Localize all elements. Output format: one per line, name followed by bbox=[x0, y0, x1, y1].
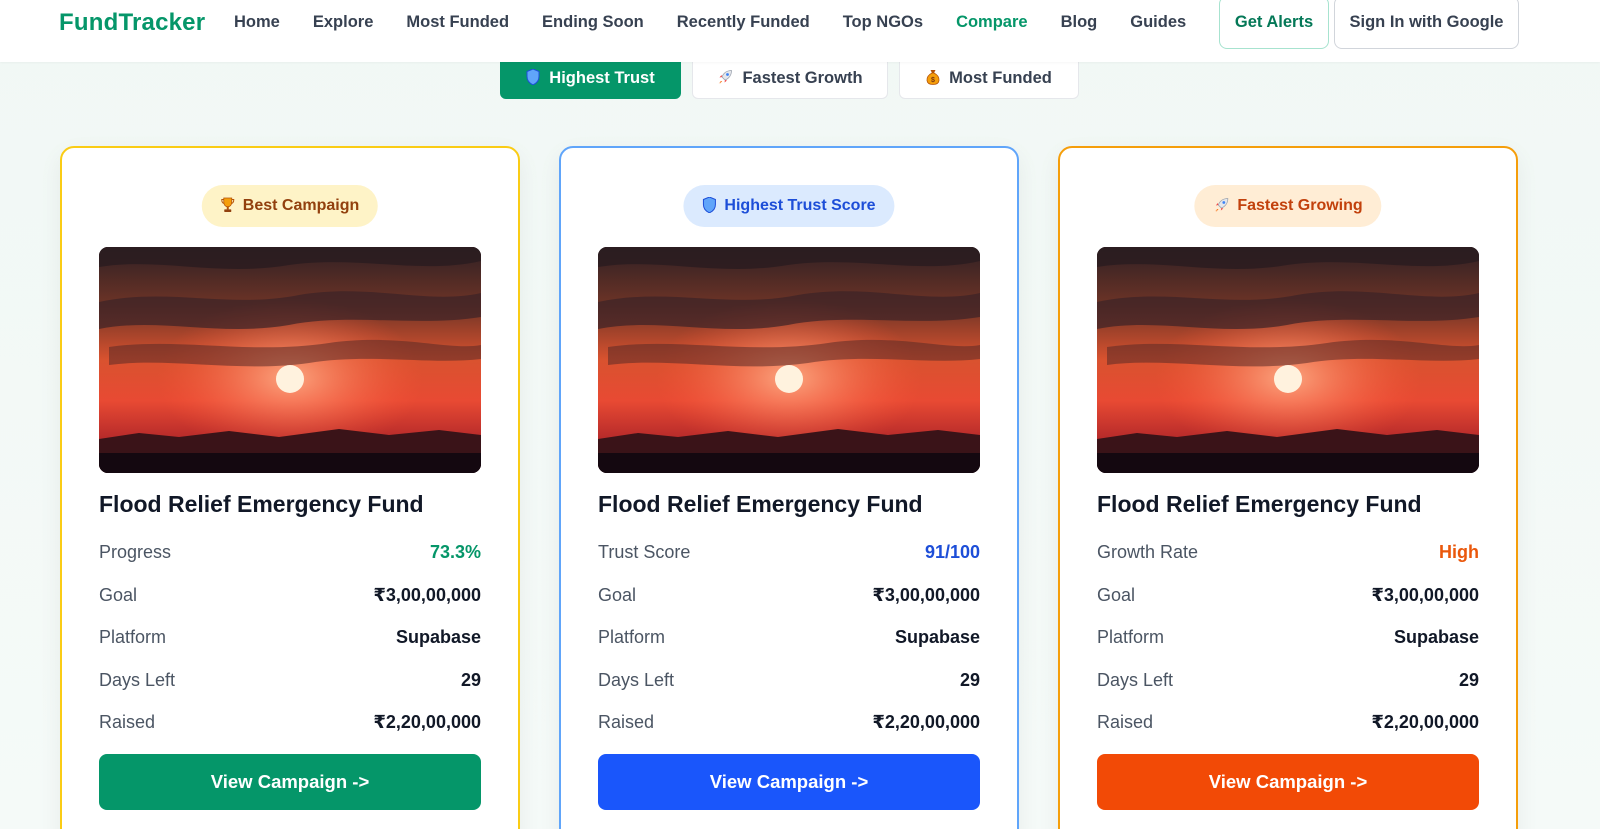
growth-rate-value: High bbox=[1439, 541, 1479, 562]
progress-row: Progress 73.3% bbox=[99, 539, 481, 565]
shield-icon bbox=[526, 68, 540, 88]
view-campaign-button[interactable]: View Campaign -> bbox=[598, 754, 980, 810]
growth-rate-label: Growth Rate bbox=[1097, 541, 1199, 562]
nav-link-explore[interactable]: Explore bbox=[313, 13, 374, 32]
days-left-row: Days Left 29 bbox=[99, 667, 481, 693]
tab-most-funded[interactable]: $ Most Funded bbox=[899, 58, 1079, 99]
campaign-title[interactable]: Flood Relief Emergency Fund bbox=[99, 491, 424, 518]
raised-label: Raised bbox=[99, 711, 156, 732]
days-left-label: Days Left bbox=[1097, 669, 1174, 690]
progress-label: Progress bbox=[99, 541, 172, 562]
money-bag-icon: $ bbox=[926, 69, 940, 88]
days-left-row: Days Left 29 bbox=[1097, 667, 1479, 693]
platform-label: Platform bbox=[1097, 626, 1165, 647]
raised-row: Raised ₹2,20,00,000 bbox=[99, 709, 481, 735]
campaign-card-growth: Fastest Growing Flood Relief Emergency F… bbox=[1058, 146, 1518, 829]
days-left-label: Days Left bbox=[598, 669, 675, 690]
brand-logo[interactable]: FundTracker bbox=[59, 9, 205, 37]
raised-label: Raised bbox=[1097, 711, 1154, 732]
goal-label: Goal bbox=[598, 584, 637, 605]
nav-link-top-ngos[interactable]: Top NGOs bbox=[843, 13, 923, 32]
nav-link-ending-soon[interactable]: Ending Soon bbox=[542, 13, 644, 32]
campaign-card-best: Best Campaign Flood Relief Emergency Fun… bbox=[60, 146, 520, 829]
badge-label: Fastest Growing bbox=[1237, 197, 1363, 214]
campaign-card-trust: Highest Trust Score Flood Relief Emergen… bbox=[559, 146, 1019, 829]
sign-in-google-button[interactable]: Sign In with Google bbox=[1334, 0, 1519, 49]
sunset-photo bbox=[99, 247, 481, 473]
campaign-image[interactable] bbox=[1097, 247, 1479, 473]
raised-value: ₹2,20,00,000 bbox=[373, 711, 481, 732]
trust-score-label: Trust Score bbox=[598, 541, 691, 562]
rocket-icon bbox=[1213, 197, 1229, 216]
campaign-title[interactable]: Flood Relief Emergency Fund bbox=[1097, 491, 1422, 518]
nav-links: Home Explore Most Funded Ending Soon Rec… bbox=[234, 13, 1219, 32]
badge-label: Highest Trust Score bbox=[724, 197, 876, 214]
sunset-photo bbox=[598, 247, 980, 473]
raised-value: ₹2,20,00,000 bbox=[872, 711, 980, 732]
view-campaign-button[interactable]: View Campaign -> bbox=[99, 754, 481, 810]
raised-row: Raised ₹2,20,00,000 bbox=[598, 709, 980, 735]
nav-link-guides[interactable]: Guides bbox=[1130, 13, 1186, 32]
goal-row: Goal ₹3,00,00,000 bbox=[99, 582, 481, 608]
get-alerts-button[interactable]: Get Alerts bbox=[1219, 0, 1329, 49]
platform-value: Supabase bbox=[395, 626, 481, 647]
sunset-photo bbox=[1097, 247, 1479, 473]
goal-row: Goal ₹3,00,00,000 bbox=[598, 582, 980, 608]
goal-value: ₹3,00,00,000 bbox=[1371, 584, 1479, 605]
days-left-label: Days Left bbox=[99, 669, 176, 690]
nav-link-most-funded[interactable]: Most Funded bbox=[406, 13, 509, 32]
platform-row: Platform Supabase bbox=[1097, 624, 1479, 650]
days-left-value: 29 bbox=[1458, 669, 1479, 690]
platform-row: Platform Supabase bbox=[598, 624, 980, 650]
platform-value: Supabase bbox=[894, 626, 980, 647]
platform-label: Platform bbox=[99, 626, 167, 647]
campaign-image[interactable] bbox=[598, 247, 980, 473]
trust-score-row: Trust Score 91/100 bbox=[598, 539, 980, 565]
nav-link-compare[interactable]: Compare bbox=[956, 13, 1028, 32]
days-left-value: 29 bbox=[959, 669, 980, 690]
growth-rate-row: Growth Rate High bbox=[1097, 539, 1479, 565]
progress-value: 73.3% bbox=[429, 541, 481, 562]
shield-icon bbox=[702, 195, 716, 216]
badge-label: Best Campaign bbox=[242, 197, 360, 214]
platform-label: Platform bbox=[598, 626, 666, 647]
view-campaign-button[interactable]: View Campaign -> bbox=[1097, 754, 1479, 810]
comparison-tabs: Highest Trust Fastest Growth $ Most Fund… bbox=[500, 58, 1090, 99]
nav-link-recently-funded[interactable]: Recently Funded bbox=[677, 13, 810, 32]
raised-value: ₹2,20,00,000 bbox=[1371, 711, 1479, 732]
nav-link-home[interactable]: Home bbox=[234, 13, 280, 32]
raised-row: Raised ₹2,20,00,000 bbox=[1097, 709, 1479, 735]
goal-label: Goal bbox=[1097, 584, 1136, 605]
days-left-value: 29 bbox=[460, 669, 481, 690]
nav-link-blog[interactable]: Blog bbox=[1061, 13, 1098, 32]
platform-row: Platform Supabase bbox=[99, 624, 481, 650]
rocket-icon bbox=[717, 69, 733, 88]
highest-trust-badge: Highest Trust Score bbox=[683, 185, 895, 227]
tab-label: Highest Trust bbox=[549, 69, 655, 87]
tab-label: Most Funded bbox=[949, 69, 1052, 87]
svg-text:$: $ bbox=[931, 77, 935, 84]
tab-label: Fastest Growth bbox=[742, 69, 863, 87]
goal-label: Goal bbox=[99, 584, 138, 605]
tab-highest-trust[interactable]: Highest Trust bbox=[500, 58, 681, 99]
goal-value: ₹3,00,00,000 bbox=[872, 584, 980, 605]
fastest-growing-badge: Fastest Growing bbox=[1194, 185, 1382, 227]
goal-row: Goal ₹3,00,00,000 bbox=[1097, 582, 1479, 608]
raised-label: Raised bbox=[598, 711, 655, 732]
best-campaign-badge: Best Campaign bbox=[201, 185, 379, 227]
platform-value: Supabase bbox=[1393, 626, 1479, 647]
goal-value: ₹3,00,00,000 bbox=[373, 584, 481, 605]
trophy-icon bbox=[221, 197, 235, 216]
campaign-image[interactable] bbox=[99, 247, 481, 473]
top-navbar: FundTracker Home Explore Most Funded End… bbox=[0, 0, 1600, 62]
days-left-row: Days Left 29 bbox=[598, 667, 980, 693]
campaign-title[interactable]: Flood Relief Emergency Fund bbox=[598, 491, 923, 518]
trust-score-value: 91/100 bbox=[924, 541, 980, 562]
tab-fastest-growth[interactable]: Fastest Growth bbox=[692, 58, 888, 99]
